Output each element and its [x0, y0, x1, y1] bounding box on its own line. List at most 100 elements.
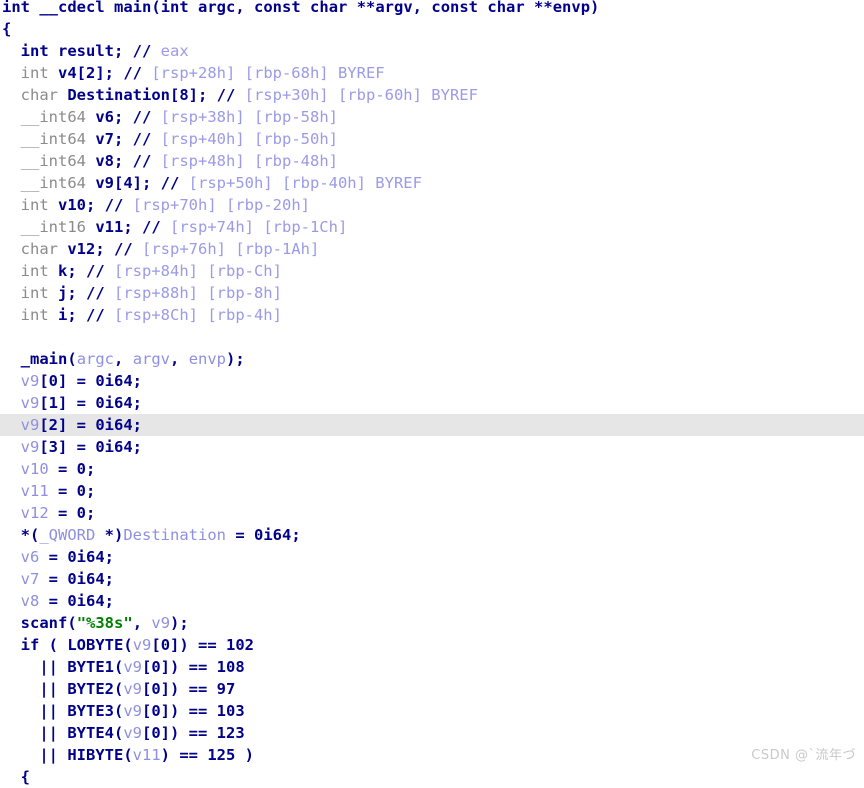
code-token-key: = — [39, 592, 68, 610]
code-token-var: v9 — [20, 438, 40, 456]
code-token-key: ; — [86, 460, 96, 478]
code-token-func: BYTE4 — [67, 724, 114, 742]
code-line[interactable]: __int64 v9[4]; // [rsp+50h] [rbp-40h] BY… — [0, 172, 864, 194]
code-line[interactable]: || HIBYTE(v11) == 125 ) — [0, 744, 864, 766]
code-line[interactable]: int __cdecl main(int argc, const char **… — [0, 0, 864, 18]
code-token-key: ; — [104, 548, 115, 566]
code-token-cmt: [rsp+28h] [rbp-68h] BYREF — [142, 64, 385, 82]
code-token-num: 0 — [76, 504, 87, 522]
code-token-key: int — [2, 0, 30, 16]
code-line[interactable]: int v10; // [rsp+70h] [rbp-20h] — [0, 194, 864, 216]
code-token-num: 0i64 — [95, 394, 133, 412]
code-token-num: 103 — [216, 702, 245, 720]
code-line[interactable]: __int16 v11; // [rsp+74h] [rbp-1Ch] — [0, 216, 864, 238]
code-line[interactable]: __int64 v7; // [rsp+40h] [rbp-50h] — [0, 128, 864, 150]
code-token-type: int — [20, 284, 49, 302]
code-token-cmt: [rsp+74h] [rbp-1Ch] — [160, 218, 348, 236]
code-line[interactable]: || BYTE2(v9[0]) == 97 — [0, 678, 864, 700]
code-line[interactable]: v9[3] = 0i64; — [0, 436, 864, 458]
code-token-key: = — [48, 482, 77, 500]
code-line[interactable]: v9[1] = 0i64; — [0, 392, 864, 414]
code-token-var: v9 — [123, 702, 143, 720]
code-line[interactable]: v10 = 0; — [0, 458, 864, 480]
code-token-key: [0]) == — [142, 724, 217, 742]
code-token-cmtmark: // — [132, 152, 152, 170]
code-token-func: _main — [20, 350, 68, 368]
code-token-key: ; — [132, 372, 143, 390]
code-line[interactable]: v11 = 0; — [0, 480, 864, 502]
code-token-num: 0i64 — [95, 416, 133, 434]
code-line[interactable]: _main(argc, argv, envp); — [0, 348, 864, 370]
code-line[interactable]: int result; // eax — [0, 40, 864, 62]
code-token-key: ; — [104, 570, 115, 588]
code-line-list[interactable]: int __cdecl main(int argc, const char **… — [0, 0, 864, 788]
code-line[interactable]: || BYTE1(v9[0]) == 108 — [0, 656, 864, 678]
code-line[interactable]: v6 = 0i64; — [0, 546, 864, 568]
code-token-key: v12; — [58, 240, 114, 258]
code-token-key: k; — [48, 262, 86, 280]
code-token-type: int — [20, 196, 49, 214]
pseudocode-view[interactable]: int __cdecl main(int argc, const char **… — [0, 0, 864, 786]
code-token-num: 102 — [226, 636, 255, 654]
code-token-key: || — [39, 702, 68, 720]
code-line[interactable]: { — [0, 766, 864, 788]
code-line[interactable]: v7 = 0i64; — [0, 568, 864, 590]
code-token-key: ( — [114, 658, 124, 676]
code-token-func: HIBYTE — [67, 746, 124, 764]
code-line[interactable]: __int64 v8; // [rsp+48h] [rbp-48h] — [0, 150, 864, 172]
code-token-type: __int64 — [20, 108, 86, 126]
code-line[interactable]: if ( LOBYTE(v9[0]) == 102 — [0, 634, 864, 656]
code-token-key: ( — [123, 636, 133, 654]
code-token-func: LOBYTE — [67, 636, 124, 654]
code-token-cmtmark: // — [123, 64, 142, 82]
code-token-cmtmark: // — [216, 86, 236, 104]
code-token-key: v9[4]; — [86, 174, 161, 192]
code-line[interactable]: || BYTE4(v9[0]) == 123 — [0, 722, 864, 744]
code-line[interactable]: int v4[2]; // [rsp+28h] [rbp-68h] BYREF — [0, 62, 864, 84]
code-token-func: BYTE2 — [67, 680, 114, 698]
code-token-var: v7 — [20, 570, 40, 588]
code-line[interactable]: scanf("%38s", v9); — [0, 612, 864, 634]
code-line[interactable]: int j; // [rsp+88h] [rbp-8h] — [0, 282, 864, 304]
code-line[interactable]: v9[0] = 0i64; — [0, 370, 864, 392]
code-line[interactable]: char v12; // [rsp+76h] [rbp-1Ah] — [0, 238, 864, 260]
code-token-var: envp — [188, 350, 227, 368]
code-line[interactable]: __int64 v6; // [rsp+38h] [rbp-58h] — [0, 106, 864, 128]
code-line[interactable]: { — [0, 18, 864, 40]
code-line[interactable]: || BYTE3(v9[0]) == 103 — [0, 700, 864, 722]
code-token-key: **envp) — [524, 0, 600, 16]
code-token-type: int — [20, 306, 49, 324]
code-token-num: 125 — [207, 746, 236, 764]
code-line[interactable]: int k; // [rsp+84h] [rbp-Ch] — [0, 260, 864, 282]
code-line[interactable]: *(_QWORD *)Destination = 0i64; — [0, 524, 864, 546]
code-token-key: , — [132, 614, 152, 632]
code-token-key: || — [39, 680, 68, 698]
code-token-key: **argv, — [347, 0, 432, 16]
code-line[interactable]: v8 = 0i64; — [0, 590, 864, 612]
code-line[interactable] — [0, 326, 864, 348]
code-token-key: = — [226, 526, 254, 544]
code-line[interactable]: int i; // [rsp+8Ch] [rbp-4h] — [0, 304, 864, 326]
code-line[interactable]: v12 = 0; — [0, 502, 864, 524]
code-line[interactable]: v9[2] = 0i64; — [0, 414, 864, 436]
code-token-cmtmark: // — [86, 284, 105, 302]
code-line[interactable]: char Destination[8]; // [rsp+30h] [rbp-6… — [0, 84, 864, 106]
code-token-key: [2] = — [39, 416, 96, 434]
code-token-num: 97 — [216, 680, 236, 698]
code-token-type: __int64 — [20, 174, 86, 192]
code-token-key: ; — [104, 592, 115, 610]
code-token-num: 0 — [76, 482, 87, 500]
